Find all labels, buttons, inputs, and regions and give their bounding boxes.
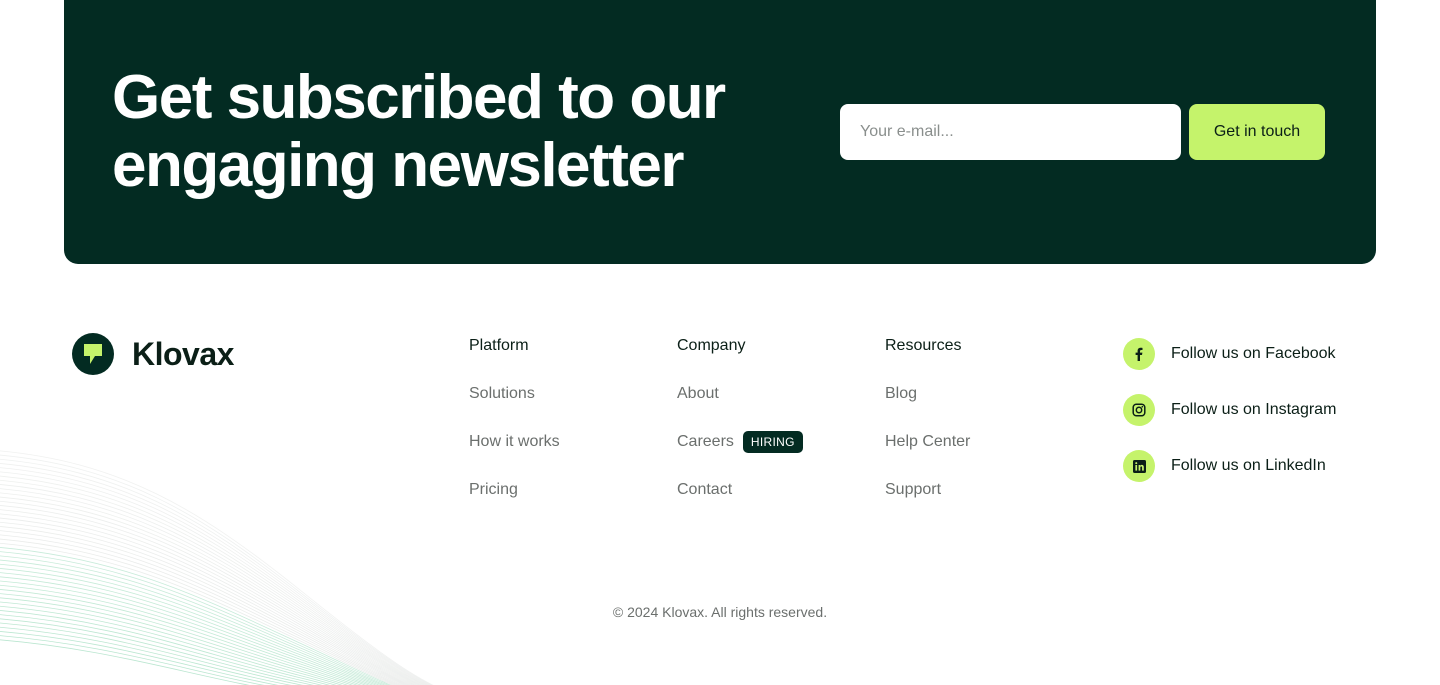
footer-link-solutions[interactable]: Solutions [469, 384, 560, 404]
get-in-touch-button[interactable]: Get in touch [1189, 104, 1325, 160]
footer-column-company: Company About Careers HIRING Contact [677, 336, 803, 500]
link-label: Support [885, 481, 942, 498]
link-label: How it works [469, 433, 560, 450]
footer-link-how-it-works[interactable]: How it works [469, 432, 560, 452]
link-label: About [677, 385, 719, 402]
facebook-icon [1123, 338, 1155, 370]
brand-logo[interactable]: Klovax [72, 333, 234, 375]
email-placeholder: Your e-mail... [860, 123, 954, 140]
column-heading: Platform [469, 337, 529, 354]
email-input[interactable]: Your e-mail... [840, 104, 1181, 160]
social-label: Follow us on Instagram [1171, 401, 1337, 418]
footer-column-resources: Resources Blog Help Center Support [885, 336, 970, 500]
social-label: Follow us on Facebook [1171, 345, 1336, 362]
get-in-touch-label: Get in touch [1213, 123, 1301, 140]
brand-name: Klovax [132, 335, 234, 372]
newsletter-title-line-2: engaging newsletter [112, 131, 684, 200]
footer-link-pricing[interactable]: Pricing [469, 480, 560, 500]
link-label: Blog [885, 385, 918, 402]
logo-mark-icon [72, 333, 114, 375]
column-heading: Company [677, 337, 746, 354]
link-label: Careers [677, 433, 734, 450]
hiring-badge: HIRING [742, 431, 803, 453]
social-link-facebook[interactable]: Follow us on Facebook [1123, 338, 1336, 370]
footer-link-blog[interactable]: Blog [885, 384, 970, 404]
social-label: Follow us on LinkedIn [1171, 457, 1326, 474]
link-label: Solutions [469, 385, 535, 402]
footer-link-about[interactable]: About [677, 384, 803, 404]
footer-column-platform: Platform Solutions How it works Pricing [469, 336, 560, 500]
social-links: Follow us on Facebook Follow us on Insta… [1123, 338, 1336, 506]
link-label: Help Center [885, 433, 971, 450]
footer-link-help-center[interactable]: Help Center [885, 432, 970, 452]
footer-link-support[interactable]: Support [885, 480, 970, 500]
linkedin-icon [1123, 450, 1155, 482]
instagram-icon [1123, 394, 1155, 426]
social-link-instagram[interactable]: Follow us on Instagram [1123, 394, 1336, 426]
footer-link-careers[interactable]: Careers HIRING [677, 431, 803, 453]
link-label: Pricing [469, 481, 518, 498]
social-link-linkedin[interactable]: Follow us on LinkedIn [1123, 450, 1336, 482]
footer-page: Get subscribed to our engaging newslette… [0, 0, 1440, 685]
newsletter-title: Get subscribed to our engaging newslette… [112, 64, 772, 200]
column-heading: Resources [885, 337, 962, 354]
decorative-waves [0, 450, 434, 685]
copyright-text: © 2024 Klovax. All rights reserved. [612, 604, 828, 620]
newsletter-banner: Get subscribed to our engaging newslette… [64, 0, 1376, 264]
newsletter-title-line-1: Get subscribed to our [112, 63, 726, 132]
link-label: Contact [677, 481, 733, 498]
footer-link-contact[interactable]: Contact [677, 480, 803, 500]
